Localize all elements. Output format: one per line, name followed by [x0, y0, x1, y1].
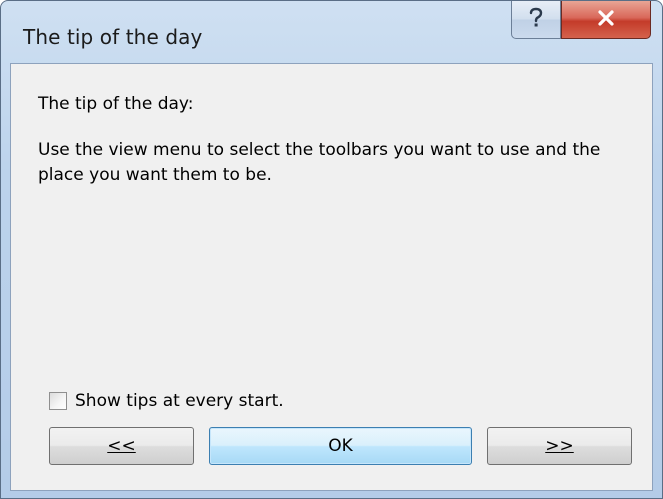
close-icon [595, 9, 617, 31]
previous-tip-button[interactable]: << [49, 427, 194, 465]
previous-tip-label: << [107, 436, 136, 456]
window-title: The tip of the day [23, 25, 203, 49]
show-tips-checkbox[interactable] [49, 392, 67, 410]
help-button[interactable] [511, 1, 561, 39]
next-tip-button[interactable]: >> [487, 427, 632, 465]
ok-label: OK [328, 436, 353, 456]
next-tip-label: >> [545, 436, 574, 456]
question-icon [527, 7, 545, 33]
title-bar[interactable]: The tip of the day [1, 1, 662, 63]
close-button[interactable] [561, 1, 651, 39]
tip-text: Use the view menu to select the toolbars… [38, 140, 601, 185]
tip-of-the-day-dialog: The tip of the day [0, 0, 663, 499]
show-tips-checkbox-row[interactable]: Show tips at every start. [49, 391, 284, 411]
ok-button[interactable]: OK [209, 427, 472, 465]
tip-heading: The tip of the day: [38, 94, 194, 114]
show-tips-label[interactable]: Show tips at every start. [75, 391, 284, 411]
